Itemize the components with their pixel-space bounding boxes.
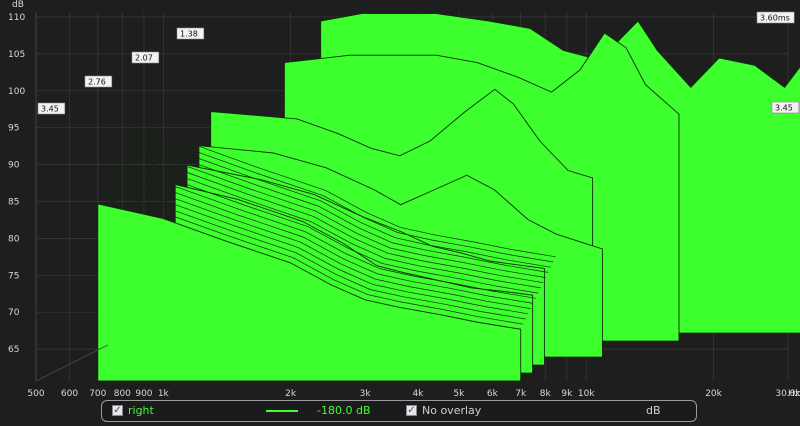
trace-name: right <box>128 404 154 417</box>
y-tick-label: 75 <box>8 271 19 281</box>
x-tick-label: 2k <box>285 389 297 399</box>
x-tick-label: 7k <box>515 389 527 399</box>
time-label: 3.60ms <box>760 14 790 23</box>
trace-line-swatch <box>266 410 298 412</box>
x-axis-unit-label: Hz <box>788 389 800 399</box>
time-label: 3.45 <box>775 104 793 113</box>
time-label: 3.45 <box>41 105 59 114</box>
trace-checkbox[interactable]: ✓ <box>112 405 123 416</box>
x-tick-label: 600 <box>61 389 78 399</box>
x-tick-label: 4k <box>412 389 424 399</box>
x-tick-label: 6k <box>487 389 499 399</box>
legend-bar: ✓ right -180.0 dB ✓ No overlay dB <box>101 400 697 422</box>
floor-edge-left <box>35 344 109 382</box>
x-tick-label: 5k <box>453 389 465 399</box>
x-tick-label: 3k <box>360 389 372 399</box>
x-tick-label: 900 <box>135 389 152 399</box>
y-tick-label: 105 <box>8 50 25 60</box>
y-tick-label: 65 <box>8 345 19 355</box>
x-tick-label: 10k <box>578 389 595 399</box>
x-tick-label: 9k <box>561 389 573 399</box>
legend-unit: dB <box>646 404 661 417</box>
x-tick-label: 20k <box>705 389 722 399</box>
y-tick-label: 80 <box>8 234 20 244</box>
y-tick-label: 95 <box>8 124 19 134</box>
x-tick-label: 800 <box>114 389 131 399</box>
y-axis-unit-label: dB <box>12 0 24 10</box>
axis-frame <box>35 12 109 382</box>
x-tick-label: 500 <box>27 389 44 399</box>
x-tick-label: 700 <box>89 389 106 399</box>
x-tick-label: 1k <box>158 389 170 399</box>
overlay-checkbox[interactable]: ✓ <box>406 405 417 416</box>
overlay-label: No overlay <box>422 404 482 417</box>
y-tick-label: 70 <box>8 308 20 318</box>
time-label: 2.76 <box>88 78 106 87</box>
y-tick-label: 100 <box>8 87 25 97</box>
y-tick-label: 90 <box>8 161 20 171</box>
time-label: 2.07 <box>135 54 153 63</box>
series-layer <box>97 13 800 382</box>
y-tick-label: 110 <box>8 13 25 23</box>
y-tick-label: 85 <box>8 198 19 208</box>
trace-value: -180.0 dB <box>317 404 371 417</box>
x-tick-label: 8k <box>540 389 552 399</box>
time-label: 1.38 <box>180 30 198 39</box>
waterfall-plot[interactable]: 65 70 75 80 85 90 95 100 105 110 500 600 700 800 900 1k… <box>0 0 800 426</box>
